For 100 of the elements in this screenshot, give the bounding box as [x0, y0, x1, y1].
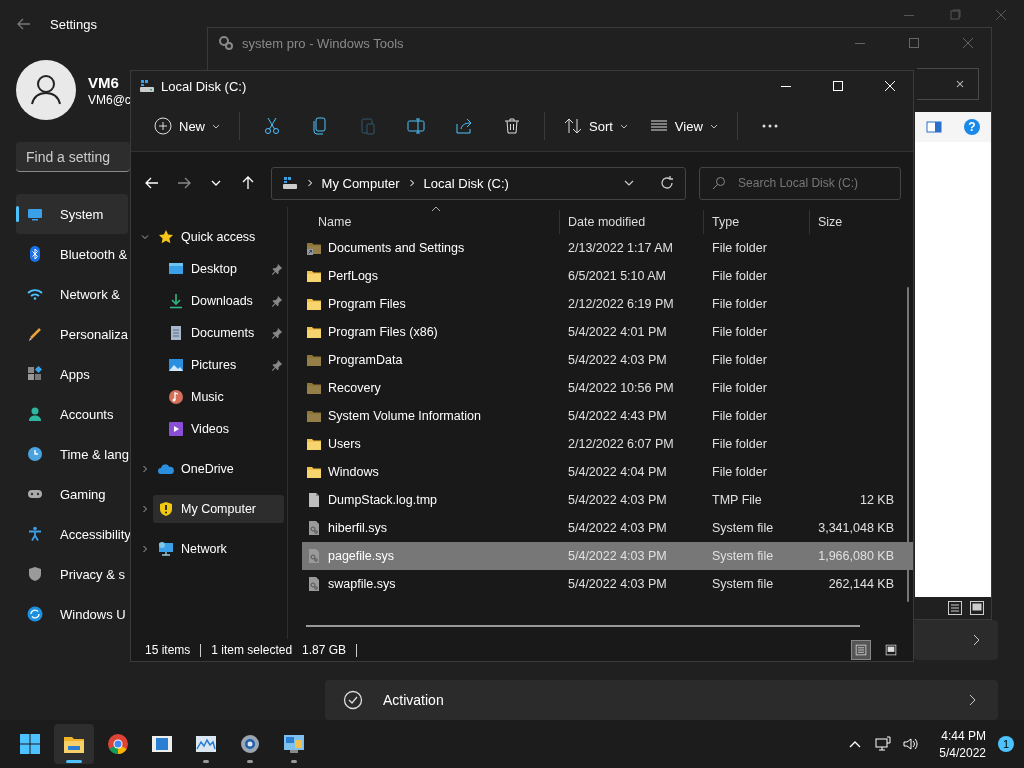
music-icon — [168, 389, 184, 405]
pin-icon[interactable] — [271, 263, 283, 275]
column-header[interactable]: Name — [302, 210, 560, 234]
volume-icon[interactable] — [903, 736, 920, 752]
scrollbar[interactable] — [306, 625, 860, 627]
nav-item[interactable]: Bluetooth & — [16, 234, 128, 274]
file-row[interactable]: pagefile.sys 5/4/2022 4:03 PM System file 1,966,080 KB — [302, 542, 913, 570]
file-row[interactable]: Program Files (x86) 5/4/2022 4:01 PM File folder — [302, 318, 913, 346]
breadcrumb-link[interactable]: My Computer — [321, 175, 400, 191]
nav-item[interactable]: Quick access — [153, 223, 284, 251]
date-modified: 5/4/2022 4:03 PM — [567, 353, 668, 367]
settings-card[interactable]: Activation — [325, 680, 998, 720]
file-row[interactable]: Documents and Settings 2/13/2022 1:17 AM File folder — [302, 234, 913, 262]
preview-pane-icon[interactable] — [926, 119, 942, 135]
restore-icon — [947, 7, 963, 23]
shield-icon — [158, 501, 174, 517]
file-row[interactable]: ProgramData 5/4/2022 4:03 PM File folder — [302, 346, 913, 374]
nav-item[interactable]: Network & — [16, 274, 128, 314]
back-arrow-icon — [143, 175, 160, 191]
file-row[interactable]: Users 2/12/2022 6:07 PM File folder — [302, 430, 913, 458]
file-type: File folder — [711, 353, 768, 367]
file-name: Recovery — [328, 381, 381, 395]
refresh-icon[interactable] — [659, 175, 676, 191]
column-header[interactable]: Type — [704, 210, 810, 234]
file-row[interactable]: hiberfil.sys 5/4/2022 4:03 PM System file 3,341,048 KB — [302, 514, 913, 542]
breadcrumb-link[interactable]: Local Disk (C:) — [423, 175, 509, 191]
pin-icon[interactable] — [271, 359, 283, 371]
nav-item[interactable]: Desktop — [168, 255, 267, 283]
nav-item[interactable]: System — [16, 194, 128, 234]
file-row[interactable]: PerfLogs 6/5/2021 5:10 AM File folder — [302, 262, 913, 290]
file-type: File folder — [711, 437, 768, 451]
nav-item[interactable]: Time & lang — [16, 434, 128, 474]
file-name: PerfLogs — [328, 269, 379, 283]
item-count: 15 items — [145, 643, 191, 657]
file-row[interactable]: System Volume Information 5/4/2022 4:43 PM File folder — [302, 402, 913, 430]
nav-item[interactable]: Accessibility — [16, 514, 128, 554]
nav-item[interactable]: Accounts — [16, 394, 128, 434]
file-name: pagefile.sys — [328, 549, 394, 563]
explorer-taskbar-button[interactable] — [54, 724, 94, 764]
star-icon — [158, 229, 174, 245]
check-circle-icon — [343, 690, 363, 710]
file-row[interactable]: Windows 5/4/2022 4:04 PM File folder — [302, 458, 913, 486]
clock-date[interactable]: 5/4/2022 — [939, 745, 986, 760]
nav-item[interactable]: Pictures — [168, 351, 267, 379]
nav-item[interactable]: Privacy & s — [16, 554, 128, 594]
file-row[interactable]: Program Files 2/12/2022 6:19 PM File folder — [302, 290, 913, 318]
nav-item[interactable]: My Computer — [153, 495, 284, 523]
details-view-button[interactable] — [851, 640, 871, 660]
date-modified: 5/4/2022 4:43 PM — [567, 409, 668, 423]
pin-icon[interactable] — [271, 295, 283, 307]
scrollbar[interactable] — [907, 287, 909, 602]
tiles-view-icon — [885, 644, 897, 656]
nav-item[interactable]: Gaming — [16, 474, 128, 514]
clock-time[interactable]: 4:44 PM — [941, 728, 986, 743]
tiles-view-icon[interactable] — [969, 600, 985, 616]
apps-icon — [27, 366, 43, 382]
window-title: system pro - Windows Tools — [242, 35, 404, 51]
nav-item[interactable]: Downloads — [168, 287, 267, 315]
file-row[interactable]: DumpStack.log.tmp 5/4/2022 4:03 PM TMP File 12 KB — [302, 486, 913, 514]
documents-icon — [168, 325, 184, 341]
sort-button[interactable]: Sort — [557, 108, 635, 144]
view-button[interactable]: View — [642, 108, 725, 144]
file-name: Program Files (x86) — [328, 325, 438, 339]
nav-item[interactable]: Personaliza — [16, 314, 128, 354]
nav-item[interactable]: Apps — [16, 354, 128, 394]
file-row[interactable]: swapfile.sys 5/4/2022 4:03 PM System file 262,144 KB — [302, 570, 913, 598]
accessibility-icon — [27, 526, 43, 542]
new-button[interactable]: New — [147, 108, 227, 144]
file-size: 1,966,080 KB — [817, 549, 895, 563]
windows-logo-icon — [18, 732, 42, 756]
back-arrow-icon[interactable] — [16, 16, 32, 32]
pin-icon[interactable] — [271, 327, 283, 339]
close-icon[interactable] — [954, 78, 966, 90]
accounts-icon — [27, 406, 43, 422]
nav-item[interactable]: Music — [168, 383, 283, 411]
nav-item[interactable]: Windows U — [16, 594, 128, 634]
details-view-icon[interactable] — [947, 600, 963, 616]
column-header[interactable]: Size — [810, 210, 896, 234]
close-icon — [882, 78, 898, 94]
close-icon — [960, 35, 976, 51]
sort-icon — [563, 116, 583, 136]
search-field[interactable]: Search Local Disk (C:) — [699, 166, 902, 200]
search-field[interactable]: Find a setting — [16, 142, 130, 172]
file-row[interactable]: Recovery 5/4/2022 10:56 PM File folder — [302, 374, 913, 402]
nav-item[interactable]: Videos — [168, 415, 283, 443]
user-email: VM6@c — [88, 92, 131, 107]
nav-item[interactable]: Network — [153, 535, 284, 563]
notification-badge[interactable]: 1 — [998, 736, 1014, 752]
search-field[interactable] — [917, 68, 979, 100]
file-type: System file — [711, 521, 775, 535]
nav-item[interactable]: Documents — [168, 319, 267, 347]
network-icon[interactable] — [875, 736, 892, 752]
help-button[interactable]: ? — [964, 119, 980, 135]
share-icon — [454, 116, 474, 136]
address-bar[interactable]: My Computer Local Disk (C:) — [270, 166, 687, 200]
trash-icon — [502, 116, 522, 136]
column-header[interactable]: Date modified — [560, 210, 704, 234]
nav-item[interactable]: OneDrive — [153, 455, 284, 483]
file-type: File folder — [711, 241, 768, 255]
gear-icon — [238, 732, 262, 756]
